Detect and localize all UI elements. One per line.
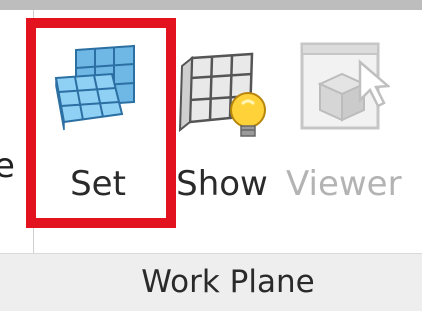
group-title: Work Plane — [141, 264, 315, 300]
viewer-button-label: Viewer — [286, 164, 402, 204]
show-button[interactable]: Show — [172, 22, 272, 208]
show-button-label: Show — [176, 164, 268, 204]
viewer-button[interactable]: Viewer — [286, 22, 402, 208]
ribbon-top-border — [0, 0, 422, 10]
previous-group-label-fragment: e — [0, 146, 15, 186]
set-button-label: Set — [70, 164, 126, 204]
workplane-set-icon — [54, 44, 135, 131]
workplane-show-icon — [178, 52, 266, 137]
set-button[interactable]: Set — [36, 22, 160, 208]
workplane-viewer-icon — [300, 42, 390, 130]
ribbon-panel: e Set Show Viewer Work Plane — [0, 0, 422, 311]
